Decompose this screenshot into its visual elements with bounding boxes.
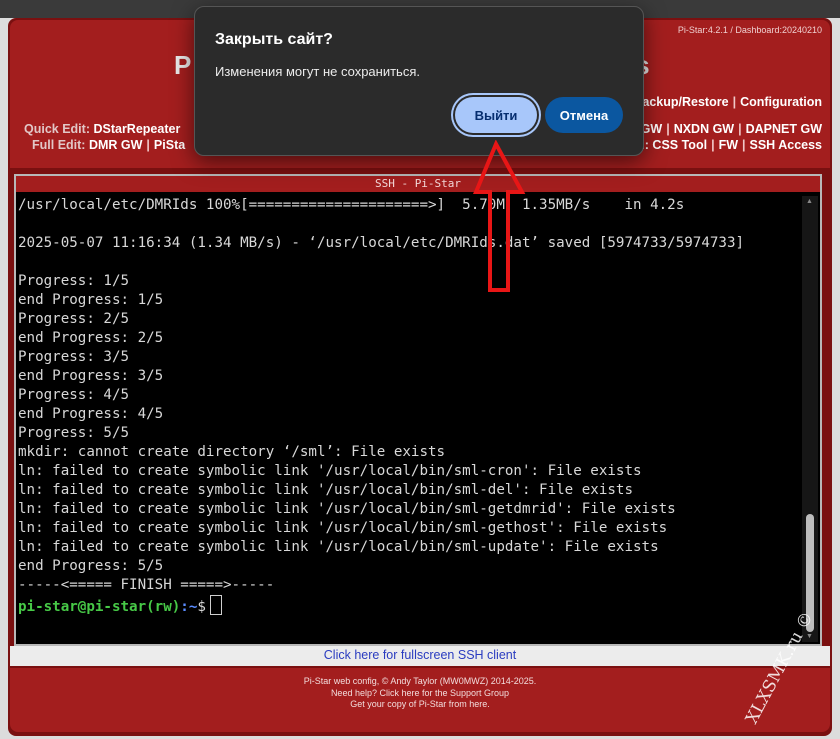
full-edit-links-right: l: CSS Tool | FW | SSH Access bbox=[641, 138, 822, 152]
quick-edit-links-right: GW | NXDN GW | DAPNET GW bbox=[641, 122, 822, 136]
terminal-line: end Progress: 4/5 bbox=[18, 406, 164, 422]
dialog-message: Изменения могут не сохраниться. bbox=[215, 64, 420, 79]
full-edit-pistar-link-cut[interactable]: PiSta bbox=[154, 138, 185, 152]
terminal-cursor bbox=[209, 595, 222, 615]
full-edit-ssh-access-link[interactable]: SSH Access bbox=[750, 138, 823, 152]
red-arrow-annotation-icon bbox=[473, 140, 526, 292]
scroll-up-arrow-icon[interactable]: ▲ bbox=[806, 198, 813, 205]
exit-button[interactable]: Выйти bbox=[455, 97, 537, 133]
ssh-panel: SSH - Pi-Star /usr/local/etc/DMRIds 100%… bbox=[14, 174, 822, 646]
menu-configuration[interactable]: Configuration bbox=[740, 95, 822, 109]
full-edit-row: Full Edit: DMR GW | PiSta bbox=[32, 138, 185, 152]
link-separator: | bbox=[666, 122, 670, 136]
full-edit-dmrgw-link[interactable]: DMR GW bbox=[89, 138, 142, 152]
fullscreen-bar: Click here for fullscreen SSH client bbox=[10, 646, 830, 666]
terminal-line: Progress: 2/5 bbox=[18, 311, 130, 327]
terminal-prompt-line[interactable]: pi-star@pi-star(rw):~$ bbox=[18, 595, 790, 615]
quick-edit-nxdn-gw-link[interactable]: NXDN GW bbox=[674, 122, 734, 136]
version-string: Pi-Star:4.2.1 / Dashboard:20240210 bbox=[677, 25, 822, 35]
footer-copyright: Pi-Star web config, © Andy Taylor (MW0MW… bbox=[303, 676, 537, 686]
terminal-line: Progress: 4/5 bbox=[18, 387, 130, 403]
terminal-line: ln: failed to create symbolic link '/usr… bbox=[18, 501, 676, 517]
quick-edit-row: Quick Edit: DStarRepeater bbox=[24, 122, 180, 136]
terminal-line: ln: failed to create symbolic link '/usr… bbox=[18, 482, 633, 498]
leave-site-dialog: Закрыть сайт? Изменения могут не сохрани… bbox=[194, 6, 644, 156]
menu-backup-restore[interactable]: ackup/Restore bbox=[642, 95, 728, 109]
terminal-line: /usr/local/etc/DMRIds 100%[=============… bbox=[18, 197, 685, 213]
terminal-line: ln: failed to create symbolic link '/usr… bbox=[18, 539, 659, 555]
terminal-line: 2025-05-07 11:16:34 (1.34 MB/s) - ‘/usr/… bbox=[18, 235, 745, 251]
cancel-button[interactable]: Отмена bbox=[545, 97, 623, 133]
terminal-line: end Progress: 5/5 bbox=[18, 558, 164, 574]
link-separator: | bbox=[738, 122, 742, 136]
quick-edit-dstarrepeater-link[interactable]: DStarRepeater bbox=[93, 122, 180, 136]
terminal-line: Progress: 1/5 bbox=[18, 273, 130, 289]
full-edit-css-tool-link[interactable]: CSS Tool bbox=[652, 138, 707, 152]
quick-edit-dapnet-gw-link[interactable]: DAPNET GW bbox=[746, 122, 822, 136]
quick-edit-label: Quick Edit: bbox=[24, 122, 90, 136]
terminal-line: ln: failed to create symbolic link '/usr… bbox=[18, 463, 642, 479]
prompt-symbol: $ bbox=[197, 599, 206, 615]
terminal-line: end Progress: 3/5 bbox=[18, 368, 164, 384]
ssh-panel-title: SSH - Pi-Star bbox=[16, 176, 820, 192]
main-menu: ackup/Restore | Configuration bbox=[642, 95, 822, 109]
link-separator: | bbox=[742, 138, 746, 152]
full-edit-label: Full Edit: bbox=[32, 138, 86, 152]
terminal-line: ln: failed to create symbolic link '/usr… bbox=[18, 520, 668, 536]
terminal-line: end Progress: 1/5 bbox=[18, 292, 164, 308]
prompt-user: pi-star@pi-star(rw) bbox=[18, 599, 181, 615]
footer-support-link[interactable]: Need help? Click here for the Support Gr… bbox=[10, 688, 830, 700]
terminal-line: Progress: 3/5 bbox=[18, 349, 130, 365]
link-separator: | bbox=[146, 138, 150, 152]
terminal-line: mkdir: cannot create directory ‘/sml’: F… bbox=[18, 444, 446, 460]
terminal-scrollbar[interactable]: ▲ ▼ bbox=[802, 196, 818, 642]
page-footer: Pi-Star web config, © Andy Taylor (MW0MW… bbox=[10, 668, 830, 732]
terminal-line: Progress: 5/5 bbox=[18, 425, 130, 441]
full-edit-fw-link[interactable]: FW bbox=[719, 138, 738, 152]
terminal-line: -----<===== FINISH =====>----- bbox=[18, 577, 275, 593]
terminal-line: end Progress: 2/5 bbox=[18, 330, 164, 346]
link-separator: | bbox=[711, 138, 715, 152]
footer-download-link[interactable]: Get your copy of Pi-Star from here. bbox=[10, 699, 830, 711]
fullscreen-ssh-link[interactable]: Click here for fullscreen SSH client bbox=[324, 648, 516, 662]
dialog-title: Закрыть сайт? bbox=[215, 31, 333, 48]
menu-separator: | bbox=[732, 95, 737, 109]
prompt-path: :~ bbox=[180, 599, 198, 615]
ssh-terminal[interactable]: /usr/local/etc/DMRIds 100%[=============… bbox=[18, 196, 790, 641]
